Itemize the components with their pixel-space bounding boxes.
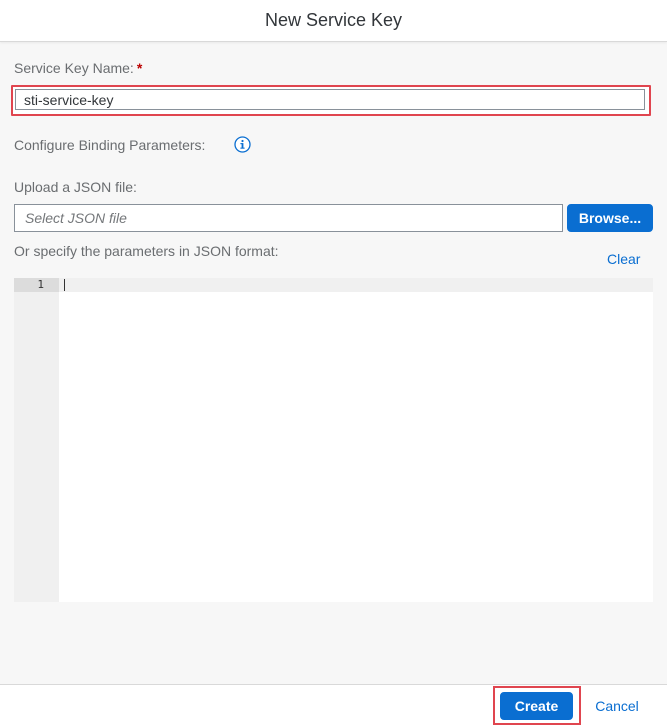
- new-service-key-dialog: New Service Key Service Key Name:* Confi…: [0, 0, 667, 725]
- editor-cursor: [64, 279, 65, 291]
- service-key-name-label: Service Key Name: *: [14, 60, 142, 76]
- service-key-name-label-text: Service Key Name:: [14, 60, 134, 76]
- cancel-button[interactable]: Cancel: [585, 692, 649, 720]
- json-file-input[interactable]: [14, 204, 563, 232]
- editor-gutter: [14, 278, 59, 602]
- info-icon[interactable]: [234, 136, 251, 153]
- editor-code-area[interactable]: [64, 278, 649, 598]
- clear-button[interactable]: Clear: [607, 251, 640, 267]
- dialog-body: Service Key Name:* Configure Binding Par…: [0, 42, 667, 684]
- create-button[interactable]: Create: [500, 692, 573, 720]
- upload-json-label: Upload a JSON file:: [14, 179, 137, 195]
- editor-line-number: 1: [37, 278, 44, 291]
- service-key-name-input[interactable]: [15, 89, 645, 110]
- service-key-name-highlight: [11, 85, 651, 116]
- browse-button[interactable]: Browse...: [567, 204, 653, 232]
- dialog-title: New Service Key: [264, 10, 403, 30]
- json-format-label: Or specify the parameters in JSON format…: [14, 243, 279, 259]
- dialog-footer: Create Cancel: [0, 684, 667, 725]
- dialog-header: New Service Key: [0, 0, 667, 42]
- required-marker: *: [136, 60, 143, 76]
- binding-parameters-label: Configure Binding Parameters:: [14, 137, 206, 153]
- json-editor[interactable]: 1: [14, 278, 653, 602]
